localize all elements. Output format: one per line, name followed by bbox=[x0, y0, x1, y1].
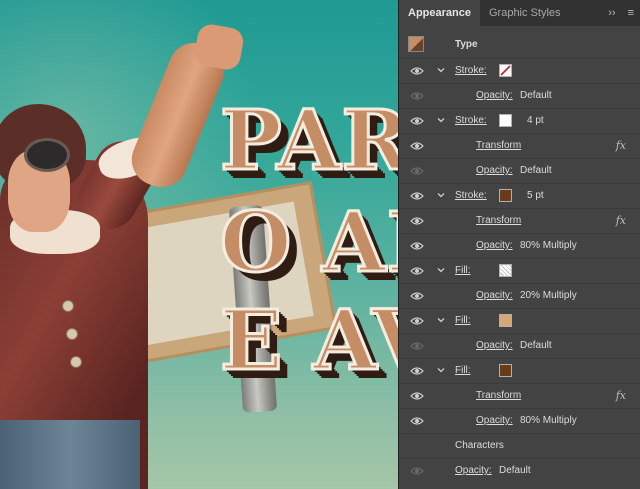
visibility-eye-icon[interactable] bbox=[410, 116, 424, 126]
none-swatch-icon[interactable] bbox=[499, 64, 512, 77]
visibility-eye-icon[interactable] bbox=[410, 316, 424, 326]
appearance-attribute-row[interactable]: Fill: bbox=[399, 358, 640, 383]
opacity-label[interactable]: Opacity: bbox=[455, 465, 492, 476]
attribute-value[interactable]: 5 pt bbox=[527, 190, 544, 201]
appearance-characters-row[interactable]: Characters bbox=[399, 433, 640, 458]
effect-label-transform[interactable]: Transform bbox=[476, 215, 521, 226]
visibility-eye-icon[interactable] bbox=[410, 416, 424, 426]
opacity-label[interactable]: Opacity: bbox=[476, 340, 513, 351]
panel-tabbar: Appearance Graphic Styles ›› ≡ bbox=[399, 0, 640, 26]
chevron-down-icon[interactable] bbox=[436, 265, 446, 275]
chevron-down-icon[interactable] bbox=[436, 115, 446, 125]
appearance-attribute-row[interactable]: Stroke: 4 pt bbox=[399, 108, 640, 133]
appearance-opacity-row[interactable]: Opacity: 20% Multiply bbox=[399, 283, 640, 308]
opacity-label[interactable]: Opacity: bbox=[476, 240, 513, 251]
attribute-label[interactable]: Stroke: bbox=[455, 115, 487, 126]
chevron-down-icon[interactable] bbox=[436, 365, 446, 375]
fx-icon[interactable]: fx bbox=[616, 214, 626, 227]
goggles bbox=[24, 138, 70, 172]
opacity-label[interactable]: Opacity: bbox=[476, 165, 513, 176]
visibility-eye-icon[interactable] bbox=[410, 366, 424, 376]
appearance-attribute-row[interactable]: Stroke: bbox=[399, 58, 640, 83]
appearance-opacity-row[interactable]: Opacity: Default bbox=[399, 458, 640, 483]
visibility-eye-icon[interactable] bbox=[410, 66, 424, 76]
color-swatch[interactable] bbox=[499, 364, 512, 377]
opacity-label[interactable]: Opacity: bbox=[476, 290, 513, 301]
jacket-button bbox=[62, 300, 74, 312]
visibility-eye-icon[interactable] bbox=[410, 291, 424, 301]
type-thumbnail-icon bbox=[408, 36, 424, 52]
appearance-header-row[interactable]: Type bbox=[399, 32, 640, 58]
attribute-label[interactable]: Stroke: bbox=[455, 190, 487, 201]
attribute-label[interactable]: Stroke: bbox=[455, 65, 487, 76]
color-swatch[interactable] bbox=[499, 189, 512, 202]
visibility-eye-icon[interactable] bbox=[410, 91, 424, 101]
appearance-effect-row[interactable]: Transform fx bbox=[399, 383, 640, 408]
attribute-label[interactable]: Fill: bbox=[455, 315, 471, 326]
attribute-label[interactable]: Fill: bbox=[455, 265, 471, 276]
visibility-eye-icon[interactable] bbox=[410, 166, 424, 176]
appearance-attribute-row[interactable]: Stroke: 5 pt bbox=[399, 183, 640, 208]
appearance-effect-row[interactable]: Transform fx bbox=[399, 133, 640, 158]
appearance-opacity-row[interactable]: Opacity: 80% Multiply bbox=[399, 233, 640, 258]
opacity-value[interactable]: Default bbox=[520, 90, 552, 101]
collapse-panel-icon[interactable]: ›› bbox=[608, 7, 615, 19]
chevron-down-icon[interactable] bbox=[436, 315, 446, 325]
jacket-button bbox=[70, 356, 82, 368]
visibility-eye-icon[interactable] bbox=[410, 241, 424, 251]
opacity-value[interactable]: 20% Multiply bbox=[520, 290, 577, 301]
appearance-attribute-row[interactable]: Fill: bbox=[399, 258, 640, 283]
appearance-opacity-row[interactable]: Opacity: Default bbox=[399, 158, 640, 183]
opacity-label[interactable]: Opacity: bbox=[476, 90, 513, 101]
color-swatch[interactable] bbox=[499, 114, 512, 127]
artboard-canvas[interactable]: PAR O AL E AV bbox=[0, 0, 398, 489]
artwork-text-line-2[interactable]: O AL bbox=[218, 201, 398, 286]
visibility-eye-icon[interactable] bbox=[410, 191, 424, 201]
visibility-eye-icon[interactable] bbox=[410, 266, 424, 276]
appearance-opacity-row[interactable]: Opacity: Default bbox=[399, 83, 640, 108]
chevron-down-icon[interactable] bbox=[436, 190, 446, 200]
opacity-value[interactable]: Default bbox=[520, 340, 552, 351]
appearance-opacity-row[interactable]: Opacity: Default bbox=[399, 333, 640, 358]
tab-appearance[interactable]: Appearance bbox=[399, 0, 480, 26]
appearance-attribute-row[interactable]: Fill: bbox=[399, 308, 640, 333]
appearance-opacity-row[interactable]: Opacity: 80% Multiply bbox=[399, 408, 640, 433]
characters-label: Characters bbox=[455, 440, 504, 451]
visibility-eye-icon[interactable] bbox=[410, 141, 424, 151]
jacket-button bbox=[66, 328, 78, 340]
attribute-value[interactable]: 4 pt bbox=[527, 115, 544, 126]
visibility-eye-icon[interactable] bbox=[410, 391, 424, 401]
appearance-panel: Appearance Graphic Styles ›› ≡ Type Stro… bbox=[398, 0, 640, 489]
raised-fist bbox=[192, 22, 246, 72]
opacity-value[interactable]: 80% Multiply bbox=[520, 415, 577, 426]
opacity-label[interactable]: Opacity: bbox=[476, 415, 513, 426]
attribute-label[interactable]: Fill: bbox=[455, 365, 471, 376]
appearance-effect-row[interactable]: Transform fx bbox=[399, 208, 640, 233]
jeans bbox=[0, 420, 140, 489]
artwork-text-line-3[interactable]: E AV bbox=[218, 299, 398, 384]
opacity-value[interactable]: 80% Multiply bbox=[520, 240, 577, 251]
visibility-eye-icon[interactable] bbox=[410, 216, 424, 226]
opacity-value[interactable]: Default bbox=[499, 465, 531, 476]
effect-label-transform[interactable]: Transform bbox=[476, 140, 521, 151]
chevron-down-icon[interactable] bbox=[436, 65, 446, 75]
fx-icon[interactable]: fx bbox=[616, 389, 626, 402]
visibility-eye-icon[interactable] bbox=[410, 341, 424, 351]
opacity-value[interactable]: Default bbox=[520, 165, 552, 176]
header-type-label: Type bbox=[455, 39, 478, 50]
pattern-swatch-icon[interactable] bbox=[499, 264, 512, 277]
fx-icon[interactable]: fx bbox=[616, 139, 626, 152]
color-swatch[interactable] bbox=[499, 314, 512, 327]
panel-menu-icon[interactable]: ≡ bbox=[628, 7, 634, 19]
artwork-text-line-1[interactable]: PAR bbox=[218, 99, 398, 184]
visibility-eye-icon[interactable] bbox=[410, 466, 424, 476]
tab-graphic-styles[interactable]: Graphic Styles bbox=[480, 0, 570, 26]
effect-label-transform[interactable]: Transform bbox=[476, 390, 521, 401]
